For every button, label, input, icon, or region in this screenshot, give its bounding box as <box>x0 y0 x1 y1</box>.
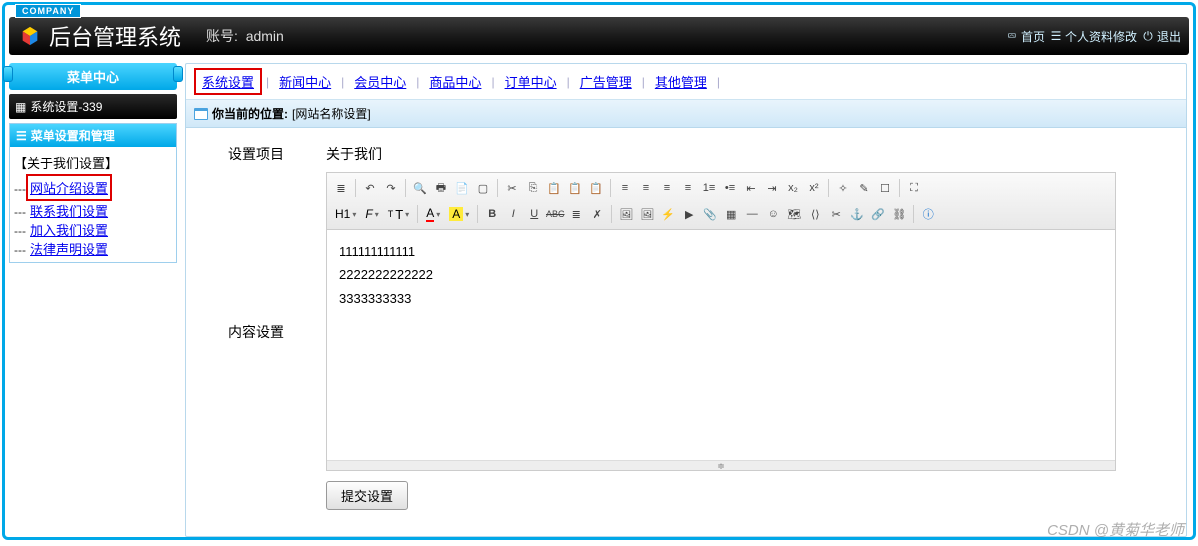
system-title: 后台管理系统 <box>49 20 181 52</box>
table-icon[interactable]: ▦ <box>721 204 741 224</box>
paste-word-icon[interactable]: 📋 <box>586 178 606 198</box>
editor-toolbar: ≣ ↶ ↷ 🔍 🖶 📄 ▢ <box>327 173 1115 230</box>
quickformat-icon[interactable]: ✎ <box>854 178 874 198</box>
sidebar-item[interactable]: ---联系我们设置 <box>14 201 172 220</box>
rich-editor: ≣ ↶ ↷ 🔍 🖶 📄 ▢ <box>326 172 1116 471</box>
bold-icon[interactable]: B <box>482 204 502 224</box>
link-icon[interactable]: 🔗 <box>868 204 888 224</box>
fullscreen-icon[interactable]: ⛶ <box>904 178 924 198</box>
list-ul-icon[interactable]: •≡ <box>720 178 740 198</box>
menu-center-button[interactable]: 菜单中心 <box>9 63 177 90</box>
home-link[interactable]: ⮹首页 <box>1005 28 1045 45</box>
logout-link[interactable]: ⏻退出 <box>1141 28 1181 45</box>
tab-news[interactable]: 新闻中心 <box>273 70 337 93</box>
image-icon[interactable]: 🖼 <box>616 204 636 224</box>
file-icon[interactable]: 📎 <box>700 204 720 224</box>
clear-format-icon[interactable]: ✧ <box>833 178 853 198</box>
tree-title-bar: ▦ 系统设置-339 <box>9 94 177 119</box>
sub-icon[interactable]: x₂ <box>783 178 803 198</box>
anchor-icon[interactable]: ⚓ <box>847 204 867 224</box>
justify-left-icon[interactable]: ≡ <box>615 178 635 198</box>
fontcolor-select[interactable]: A▾ <box>422 205 444 223</box>
knob-right[interactable] <box>173 66 183 82</box>
content-label: 内容设置 <box>186 172 326 342</box>
sidebar-item[interactable]: ---加入我们设置 <box>14 220 172 239</box>
item-value: 关于我们 <box>326 138 1186 164</box>
flash-icon[interactable]: ⚡ <box>658 204 678 224</box>
panel-header: ☰ 菜单设置和管理 <box>10 124 176 147</box>
map-icon[interactable]: 🗺 <box>784 204 804 224</box>
submit-button[interactable]: 提交设置 <box>326 481 408 510</box>
editor-body[interactable]: 111111111111 2222222222222 3333333333 <box>327 230 1115 460</box>
tab-ad[interactable]: 广告管理 <box>574 70 638 93</box>
print-icon[interactable]: 🖶 <box>431 178 451 198</box>
justify-full-icon[interactable]: ≡ <box>678 178 698 198</box>
outdent-icon[interactable]: ⇤ <box>741 178 761 198</box>
tab-product[interactable]: 商品中心 <box>423 70 487 93</box>
sidebar-group-title: 【关于我们设置】 <box>14 151 172 174</box>
list-icon: ☰ <box>16 129 27 143</box>
tab-order[interactable]: 订单中心 <box>499 70 563 93</box>
bgcolor-select[interactable]: A▾ <box>445 206 473 222</box>
breadcrumb: 你当前的位置: [网站名称设置] <box>186 100 1186 128</box>
new-icon[interactable]: ▢ <box>473 178 493 198</box>
pagebreak-icon[interactable]: ✂ <box>826 204 846 224</box>
fontsize-select[interactable]: TT▾ <box>384 206 413 223</box>
removeformat-icon[interactable]: ✗ <box>587 204 607 224</box>
profile-link[interactable]: ☰个人资料修改 <box>1049 28 1137 45</box>
media-icon[interactable]: ▶ <box>679 204 699 224</box>
account-info: 账号: admin <box>206 26 284 46</box>
unlink-icon[interactable]: ⛓ <box>889 204 909 224</box>
header-bar: 后台管理系统 账号: admin ⮹首页 ☰个人资料修改 ⏻退出 <box>9 17 1189 55</box>
power-icon: ⏻ <box>1141 29 1155 43</box>
lineheight-icon[interactable]: ≣ <box>566 204 586 224</box>
paste-icon[interactable]: 📋 <box>544 178 564 198</box>
resize-handle[interactable]: ≑ <box>327 460 1115 470</box>
sup-icon[interactable]: x² <box>804 178 824 198</box>
brand-tag: COMPANY <box>15 4 81 18</box>
fontfamily-select[interactable]: F▾ <box>361 206 382 222</box>
item-label: 设置项目 <box>186 138 326 164</box>
tab-member[interactable]: 会员中心 <box>348 70 412 93</box>
code-icon[interactable]: ⟨⟩ <box>805 204 825 224</box>
sidebar-panel: ☰ 菜单设置和管理 【关于我们设置】 ---网站介绍设置 ---联系我们设置 -… <box>9 123 177 263</box>
copy-icon[interactable]: ⎘ <box>523 178 543 198</box>
template-icon[interactable]: 📄 <box>452 178 472 198</box>
strike-icon[interactable]: ABC <box>545 204 565 224</box>
preview-icon[interactable]: 🔍 <box>410 178 430 198</box>
selectall-icon[interactable]: ☐ <box>875 178 895 198</box>
undo-icon[interactable]: ↶ <box>360 178 380 198</box>
paste-text-icon[interactable]: 📋 <box>565 178 585 198</box>
justify-right-icon[interactable]: ≡ <box>657 178 677 198</box>
source-icon[interactable]: ≣ <box>331 178 351 198</box>
profile-icon: ☰ <box>1049 29 1063 43</box>
underline-icon[interactable]: U <box>524 204 544 224</box>
multiimage-icon[interactable]: 🖼 <box>637 204 657 224</box>
sidebar-item[interactable]: ---法律声明设置 <box>14 239 172 258</box>
emoji-icon[interactable]: ☺ <box>763 204 783 224</box>
tab-system[interactable]: 系统设置 <box>194 68 262 95</box>
italic-icon[interactable]: I <box>503 204 523 224</box>
sidebar-item[interactable]: ---网站介绍设置 <box>14 174 172 201</box>
justify-center-icon[interactable]: ≡ <box>636 178 656 198</box>
redo-icon[interactable]: ↷ <box>381 178 401 198</box>
home-icon: ⮹ <box>1005 29 1019 43</box>
hr-icon[interactable]: — <box>742 204 762 224</box>
indent-icon[interactable]: ⇥ <box>762 178 782 198</box>
logo-icon <box>19 25 41 47</box>
list-ol-icon[interactable]: 1≡ <box>699 178 719 198</box>
tab-other[interactable]: 其他管理 <box>649 70 713 93</box>
tab-row: 系统设置| 新闻中心| 会员中心| 商品中心| 订单中心| 广告管理| 其他管理… <box>186 64 1186 100</box>
about-icon[interactable]: ⓘ <box>918 204 938 224</box>
heading-select[interactable]: H1▾ <box>331 206 360 222</box>
cut-icon[interactable]: ✂ <box>502 178 522 198</box>
grid-icon: ▦ <box>15 100 26 114</box>
window-icon <box>194 108 208 120</box>
knob-left[interactable] <box>3 66 13 82</box>
